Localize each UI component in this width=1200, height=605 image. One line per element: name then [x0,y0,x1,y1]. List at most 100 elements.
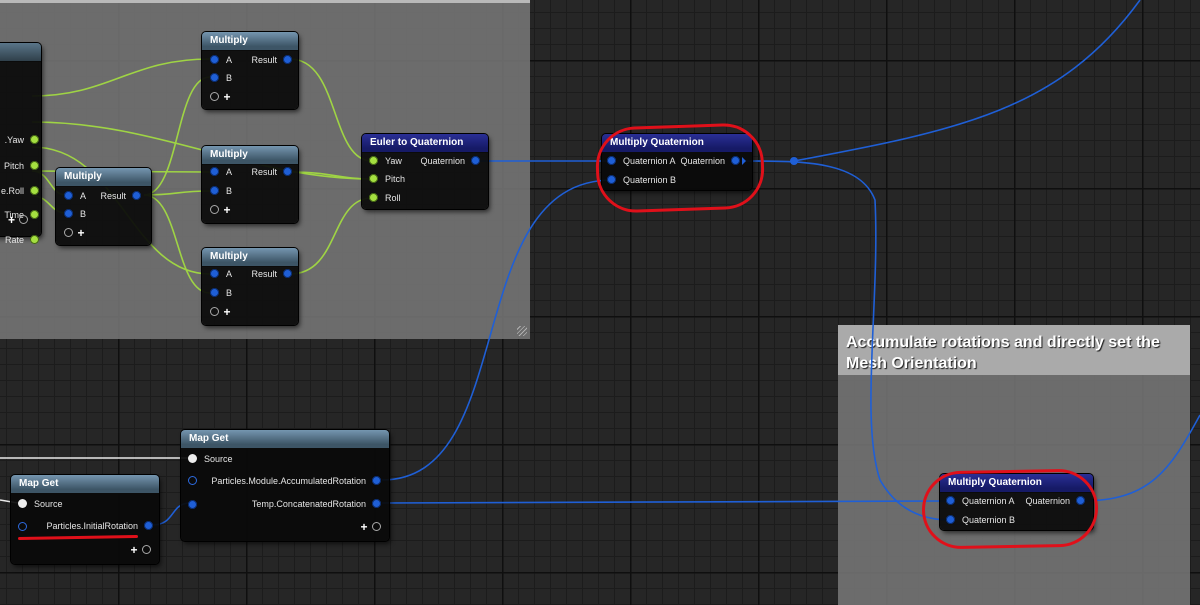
pin-b[interactable]: B [210,183,232,199]
add-pin-row[interactable]: + [210,305,230,319]
pin-roll[interactable]: e.Roll [1,183,39,199]
pin-initial-rotation[interactable]: Particles.InitialRotation [46,518,153,534]
pin-label: Yaw [385,156,402,166]
pin-dot[interactable] [188,454,197,463]
node-title[interactable]: Map Get [181,430,389,449]
pin-source[interactable]: Source [188,451,233,467]
pin-dot[interactable] [64,191,73,200]
node-title[interactable]: Multiply [56,168,151,187]
pin-dot[interactable] [471,156,480,165]
pin-quaternion-out[interactable]: Quaternion [420,153,480,169]
node-title[interactable]: Euler to Quaternion [362,134,488,153]
multiply-node-1[interactable]: Multiply A B Result + [202,32,298,109]
pin-dot[interactable] [30,161,39,170]
add-pin-ring-icon[interactable] [142,545,151,555]
pin-dot-input[interactable] [188,476,197,485]
pin-yaw[interactable]: .Yaw [5,132,39,148]
pin-label: Source [34,499,63,509]
pin-dot[interactable] [372,499,381,508]
euler-to-quaternion-node[interactable]: Euler to Quaternion Yaw Pitch Roll Quate… [362,134,488,209]
pin-dot[interactable] [283,269,292,278]
pin-b[interactable]: B [210,70,232,86]
pin-dot[interactable] [210,288,219,297]
pin-b[interactable]: B [64,206,86,222]
pin-dot[interactable] [369,156,378,165]
node-title[interactable]: Multiply [202,32,298,51]
add-pin-icon[interactable]: + [361,520,368,534]
wire-m2-pitch [289,171,373,180]
add-pin-row[interactable]: + [210,203,230,217]
add-pin-row[interactable]: + [361,520,381,534]
pin-source[interactable]: Source [18,496,63,512]
add-pin-ring-icon[interactable] [210,92,219,102]
pin-dot[interactable] [18,499,27,508]
pin-dot[interactable] [144,521,153,530]
pin-a[interactable]: A [210,266,232,282]
pin-label: Result [100,191,126,201]
pin-dot[interactable] [210,269,219,278]
add-pin-row[interactable]: + [210,90,230,104]
pin-label: Roll [385,193,401,203]
pin-dot[interactable] [64,209,73,218]
pin-result[interactable]: Result [251,164,292,180]
add-pin-icon[interactable]: + [223,90,230,104]
add-pin-row[interactable]: + [131,543,151,557]
pin-rate[interactable]: Rate [5,232,39,248]
map-get-node-1[interactable]: Map Get Source Particles.InitialRotation… [11,475,159,564]
pin-a[interactable]: A [210,52,232,68]
pin-result[interactable]: Result [251,52,292,68]
add-pin-icon[interactable]: + [77,226,84,240]
node-header[interactable] [0,43,41,62]
add-pin-icon[interactable]: + [131,543,138,557]
red-highlight-circle-1 [594,122,766,214]
map-get-node-2[interactable]: Map Get Source Particles.Module.Accumula… [181,430,389,541]
pin-dot-input[interactable] [188,500,197,509]
pin-a[interactable]: A [64,188,86,204]
add-pin-icon[interactable]: + [223,203,230,217]
node-title[interactable]: Multiply [202,248,298,267]
pin-result[interactable]: Result [100,188,141,204]
pin-dot[interactable] [372,476,381,485]
multiply-node-2[interactable]: Multiply A B Result + [202,146,298,223]
add-pin-ring-icon[interactable] [19,215,29,225]
node-title[interactable]: Map Get [11,475,159,494]
pin-dot[interactable] [210,55,219,64]
add-pin-ring-icon[interactable] [210,307,219,317]
pin-dot[interactable] [210,167,219,176]
pin-dot[interactable] [30,186,39,195]
pin-dot[interactable] [210,73,219,82]
pin-dot[interactable] [30,210,39,219]
pin-pitch[interactable]: Pitch [4,158,39,174]
pin-dot[interactable] [283,55,292,64]
add-pin-ring-icon[interactable] [372,522,381,532]
pin-dot[interactable] [283,167,292,176]
pin-concatenated-rotation[interactable]: Temp.ConcatenatedRotation [252,496,381,512]
add-pin-ring-icon[interactable] [64,228,73,238]
pin-dot[interactable] [369,174,378,183]
pin-a[interactable]: A [210,164,232,180]
pin-result[interactable]: Result [251,266,292,282]
pin-yaw-in[interactable]: Yaw [369,153,402,169]
reroute-knot [790,157,798,165]
add-pin-icon[interactable]: + [223,305,230,319]
left-node-partial[interactable]: .Yaw Pitch e.Roll Time Rate + [0,43,41,245]
pin-dot-input[interactable] [18,522,27,531]
add-pin-ring-icon[interactable] [210,205,219,215]
node-title[interactable]: Multiply [202,146,298,165]
pin-b[interactable]: B [210,285,232,301]
add-pin-row[interactable]: + [8,213,29,227]
add-pin-row[interactable]: + [64,226,84,240]
multiply-node-4[interactable]: Multiply A B Result + [56,168,151,245]
multiply-node-3[interactable]: Multiply A B Result + [202,248,298,325]
pin-label: Particles.Module.AccumulatedRotation [211,476,366,486]
pin-dot[interactable] [369,193,378,202]
pin-pitch-in[interactable]: Pitch [369,171,405,187]
pin-dot[interactable] [210,186,219,195]
add-pin-icon[interactable]: + [8,213,15,227]
pin-label: e.Roll [0,186,24,196]
pin-dot[interactable] [30,135,39,144]
pin-accumulated-rotation[interactable]: Particles.Module.AccumulatedRotation [211,473,381,489]
pin-dot[interactable] [30,235,39,244]
pin-dot[interactable] [132,191,141,200]
pin-roll-in[interactable]: Roll [369,190,401,206]
